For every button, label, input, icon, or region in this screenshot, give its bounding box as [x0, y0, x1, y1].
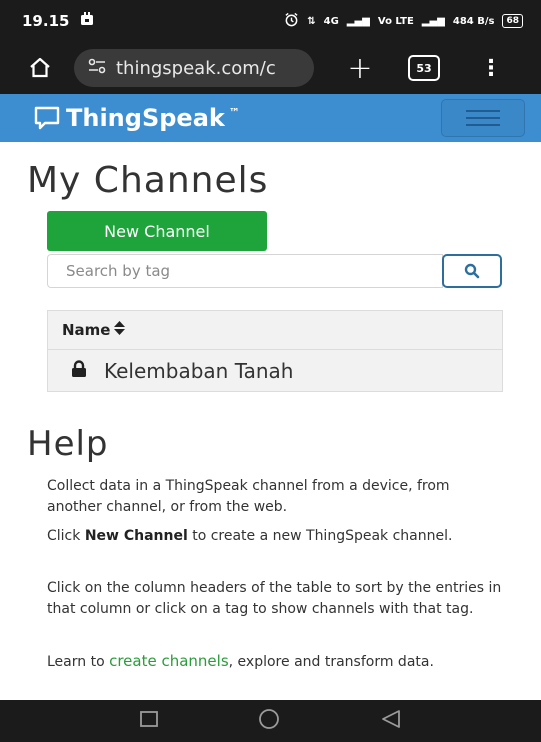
recent-apps-icon[interactable]	[139, 710, 159, 732]
data-transfer-icon: ⇅	[307, 15, 316, 27]
more-options-icon[interactable]: ⋮	[480, 56, 502, 81]
thingspeak-logo[interactable]: ThingSpeak ™	[34, 104, 240, 132]
tab-switcher-button[interactable]: 53	[408, 55, 440, 81]
status-bar: 19.15 ⇅ 4G ▂▄▆ Vo LTE ▂▄▆ 484 B/s 68	[0, 0, 541, 42]
browser-toolbar: thingspeak.com/c + 53 ⋮	[0, 42, 541, 94]
search-by-tag-input[interactable]	[47, 254, 443, 288]
help-paragraph-4: Learn to create channels, explore and tr…	[47, 651, 507, 673]
sort-icon	[114, 321, 126, 339]
search-button[interactable]	[442, 254, 502, 288]
home-icon[interactable]	[28, 56, 52, 80]
help-p2-bold: New Channel	[84, 528, 188, 544]
brand-trademark: ™	[228, 105, 240, 119]
system-navigation-bar	[0, 700, 541, 742]
network-speed: 484 B/s	[452, 15, 495, 27]
channels-table: Name Kelembaban Tanah	[47, 310, 503, 392]
page-title: My Channels	[27, 160, 269, 201]
url-text: thingspeak.com/c	[116, 57, 276, 79]
table-row: Kelembaban Tanah	[48, 350, 502, 391]
hamburger-menu-button[interactable]	[441, 99, 525, 137]
lock-icon	[70, 359, 88, 383]
signal-icon: ▂▄▆	[346, 15, 370, 27]
home-circle-icon[interactable]	[257, 707, 281, 735]
channel-name-link[interactable]: Kelembaban Tanah	[104, 359, 293, 383]
network-4g-label: 4G	[323, 15, 339, 27]
column-header-name-label: Name	[62, 321, 111, 339]
column-header-name[interactable]: Name	[48, 311, 502, 350]
address-bar[interactable]: thingspeak.com/c	[74, 49, 314, 87]
search-icon	[464, 263, 480, 279]
new-tab-icon[interactable]: +	[340, 51, 380, 86]
help-paragraph-3: Click on the column headers of the table…	[47, 580, 502, 617]
help-paragraph-1: Collect data in a ThingSpeak channel fro…	[47, 478, 450, 515]
site-settings-icon[interactable]	[88, 58, 106, 79]
help-p4-text: Learn to	[47, 654, 110, 670]
help-p4-text-end: , explore and transform data.	[228, 654, 434, 670]
help-paragraph-2: Click New Channel to create a new ThingS…	[47, 526, 507, 547]
new-channel-button[interactable]: New Channel	[47, 211, 267, 251]
notification-icon	[79, 11, 95, 31]
chat-bubble-icon	[34, 106, 60, 130]
signal-icon-2: ▂▄▆	[421, 15, 445, 27]
back-triangle-icon[interactable]	[380, 709, 402, 733]
brand-name: ThingSpeak	[66, 104, 225, 132]
create-channels-link[interactable]: create channels	[109, 652, 229, 670]
alarm-icon	[284, 12, 299, 30]
network-volte-label: Vo LTE	[377, 15, 414, 27]
status-time: 19.15	[22, 12, 70, 30]
help-p2-text: Click	[47, 528, 85, 544]
help-heading: Help	[27, 424, 109, 464]
help-p2-text-end: to create a new ThingSpeak channel.	[187, 528, 453, 544]
battery-icon: 68	[502, 14, 523, 28]
site-navbar: ThingSpeak ™	[0, 94, 541, 142]
